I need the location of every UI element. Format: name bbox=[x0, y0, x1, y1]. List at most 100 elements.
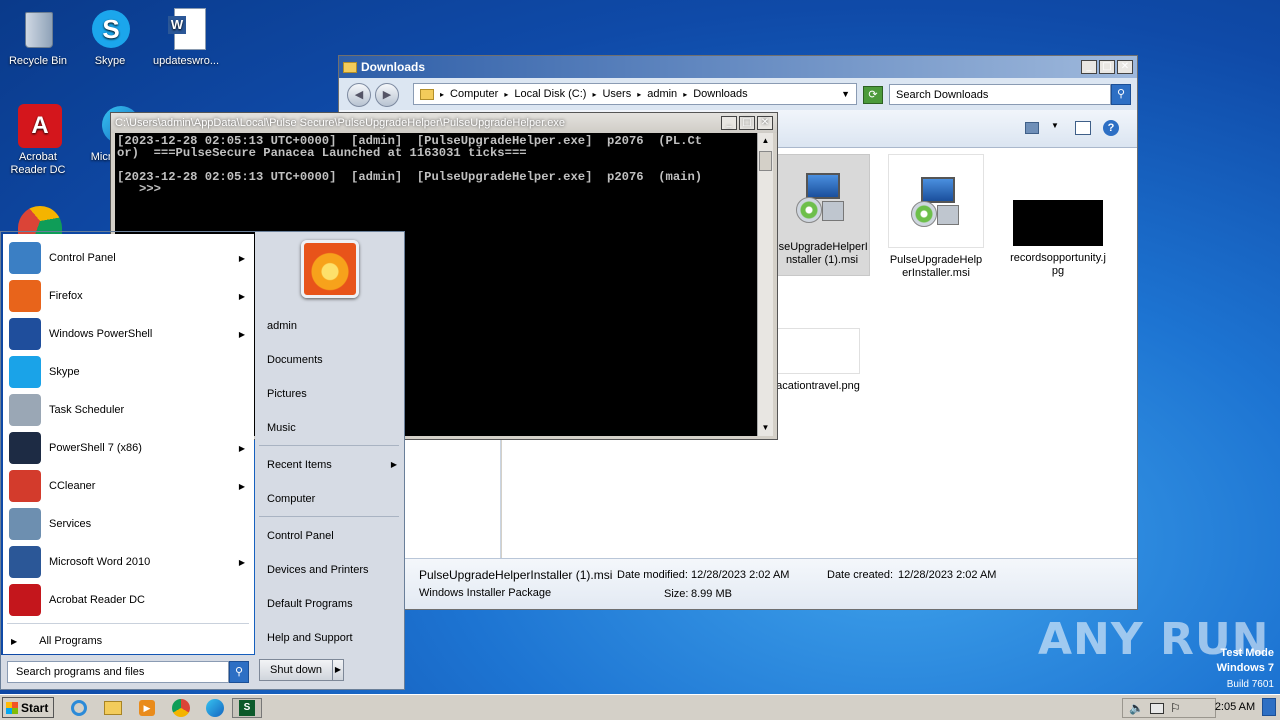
action-center-flag-icon[interactable]: ⚐ bbox=[1170, 701, 1181, 715]
explorer-icon[interactable] bbox=[102, 698, 124, 718]
start-program-item[interactable]: Firefox ▶ bbox=[9, 278, 251, 314]
installer-package-icon bbox=[888, 154, 984, 248]
start-program-label: Firefox bbox=[49, 290, 83, 302]
chevron-down-icon[interactable]: ▼ bbox=[1051, 121, 1059, 130]
desktop-icon-updateswro[interactable]: W updateswro... bbox=[148, 8, 224, 68]
start-right-music[interactable]: Music bbox=[267, 418, 397, 438]
start-program-item[interactable]: Control Panel ▶ bbox=[9, 240, 251, 276]
breadcrumb[interactable]: ▸ Computer ▸ Local Disk (C:) ▸ Users ▸ admi… bbox=[413, 83, 857, 105]
start-menu-search-area: Search programs and files ⚲ bbox=[1, 655, 255, 689]
maximize-button[interactable]: □ bbox=[739, 116, 755, 130]
forward-button[interactable]: ▶ bbox=[375, 83, 399, 107]
media-player-icon[interactable]: ▶ bbox=[136, 698, 158, 718]
chevron-right-icon: ▶ bbox=[238, 557, 245, 567]
start-program-item[interactable]: Acrobat Reader DC bbox=[9, 582, 251, 618]
file-item-png[interactable]: acationtravel.png bbox=[774, 328, 862, 393]
console-titlebar[interactable]: C:\Users\admin\AppData\Local\Pulse Secur… bbox=[111, 113, 777, 133]
acrobat-icon bbox=[9, 584, 41, 616]
back-button[interactable]: ◀ bbox=[347, 83, 371, 107]
start-program-label: CCleaner bbox=[49, 480, 96, 492]
chevron-right-icon: ▶ bbox=[238, 443, 245, 453]
desktop-icon-acrobat[interactable]: A Acrobat Reader DC bbox=[0, 104, 76, 177]
console-scrollbar[interactable]: ▲ ▼ bbox=[757, 133, 773, 436]
start-right-user[interactable]: admin bbox=[267, 316, 397, 336]
chevron-down-icon[interactable]: ▼ bbox=[841, 89, 850, 99]
explorer-titlebar[interactable]: Downloads _ □ ✕ bbox=[339, 56, 1137, 78]
details-size-label: Size: bbox=[664, 588, 689, 600]
edge-icon[interactable] bbox=[204, 698, 226, 718]
image-thumbnail bbox=[776, 328, 860, 374]
ie-icon[interactable] bbox=[68, 698, 90, 718]
breadcrumb-downloads[interactable]: Downloads bbox=[693, 88, 747, 100]
file-item-msi-2[interactable]: PulseUpgradeHelperInstaller.msi bbox=[888, 154, 984, 280]
start-program-label: Control Panel bbox=[49, 252, 116, 264]
help-icon[interactable]: ? bbox=[1103, 120, 1119, 136]
start-right-help-support[interactable]: Help and Support bbox=[267, 628, 397, 648]
start-program-label: PowerShell 7 (x86) bbox=[49, 442, 142, 454]
word-document-icon: W bbox=[164, 8, 208, 52]
shutdown-options-button[interactable]: ▶ bbox=[332, 659, 344, 681]
test-mode-line1: Test Mode bbox=[1220, 647, 1274, 659]
start-program-item[interactable]: Microsoft Word 2010 ▶ bbox=[9, 544, 251, 580]
preview-pane-icon[interactable] bbox=[1075, 121, 1091, 135]
start-program-item[interactable]: Services bbox=[9, 506, 251, 542]
minimize-button[interactable]: _ bbox=[1081, 60, 1097, 74]
breadcrumb-admin[interactable]: admin bbox=[647, 88, 677, 100]
start-right-devices-printers[interactable]: Devices and Printers bbox=[267, 560, 397, 580]
desktop-icon-skype[interactable]: S Skype bbox=[72, 8, 148, 68]
breadcrumb-users[interactable]: Users bbox=[602, 88, 631, 100]
start-right-recent-items[interactable]: Recent Items ▶ bbox=[267, 455, 397, 475]
start-program-item[interactable]: CCleaner ▶ bbox=[9, 468, 251, 504]
file-name: lseUpgradeHelperInstaller (1).msi bbox=[776, 241, 868, 266]
maximize-button[interactable]: □ bbox=[1099, 60, 1115, 74]
start-right-control-panel[interactable]: Control Panel bbox=[267, 526, 397, 546]
start-menu-programs: Control Panel ▶ Firefox ▶ Windows PowerShell… bbox=[3, 234, 254, 654]
scroll-up-arrow[interactable]: ▲ bbox=[758, 133, 773, 149]
console-app-icon[interactable]: S bbox=[232, 698, 262, 718]
start-right-computer[interactable]: Computer bbox=[267, 489, 397, 509]
details-created-label: Date created: bbox=[827, 569, 894, 581]
search-input[interactable]: Search Downloads bbox=[889, 84, 1111, 105]
start-right-documents[interactable]: Documents bbox=[267, 350, 397, 370]
start-button[interactable]: Start bbox=[2, 697, 54, 718]
network-icon[interactable] bbox=[1149, 702, 1164, 714]
search-icon[interactable]: ⚲ bbox=[1111, 84, 1131, 105]
test-mode-line2: Windows 7 bbox=[1216, 662, 1274, 674]
shutdown-button[interactable]: Shut down bbox=[259, 659, 333, 681]
start-program-item[interactable]: Task Scheduler bbox=[9, 392, 251, 428]
explorer-title: Downloads bbox=[361, 60, 426, 74]
windows-logo-icon bbox=[6, 701, 18, 714]
start-program-label: Acrobat Reader DC bbox=[49, 594, 145, 606]
show-desktop-button[interactable] bbox=[1262, 698, 1276, 716]
start-right-default-programs[interactable]: Default Programs bbox=[267, 594, 397, 614]
view-options-icon[interactable] bbox=[1025, 122, 1039, 134]
all-programs-button[interactable]: ▶ All Programs bbox=[11, 632, 247, 650]
separator bbox=[259, 445, 399, 446]
start-program-item[interactable]: Windows PowerShell ▶ bbox=[9, 316, 251, 352]
close-button[interactable]: ✕ bbox=[757, 116, 773, 130]
breadcrumb-computer[interactable]: Computer bbox=[450, 88, 498, 100]
file-name: recordsopportunity.jpg bbox=[1010, 252, 1106, 277]
minimize-button[interactable]: _ bbox=[721, 116, 737, 130]
taskbar-clock[interactable]: 2:05 AM bbox=[1200, 701, 1270, 713]
file-item-msi-1[interactable]: lseUpgradeHelperInstaller (1).msi bbox=[774, 154, 870, 276]
firefox-icon bbox=[9, 280, 41, 312]
start-search-input[interactable]: Search programs and files bbox=[7, 661, 229, 683]
breadcrumb-local-disk[interactable]: Local Disk (C:) bbox=[514, 88, 586, 100]
ccleaner-icon bbox=[9, 470, 41, 502]
search-icon[interactable]: ⚲ bbox=[229, 661, 249, 683]
start-right-pictures[interactable]: Pictures bbox=[267, 384, 397, 404]
details-size-value: 8.99 MB bbox=[691, 588, 732, 600]
chrome-icon[interactable] bbox=[170, 698, 192, 718]
user-picture[interactable] bbox=[301, 240, 359, 298]
scroll-thumb[interactable] bbox=[759, 151, 772, 171]
volume-icon[interactable]: 🔈 bbox=[1129, 701, 1144, 715]
test-mode-line3: Build 7601 bbox=[1226, 679, 1274, 690]
close-button[interactable]: ✕ bbox=[1117, 60, 1133, 74]
refresh-button[interactable]: ⟳ bbox=[863, 86, 883, 104]
start-program-item[interactable]: PowerShell 7 (x86) ▶ bbox=[9, 430, 251, 466]
start-program-item[interactable]: Skype bbox=[9, 354, 251, 390]
scroll-down-arrow[interactable]: ▼ bbox=[758, 420, 773, 436]
desktop-icon-recycle-bin[interactable]: Recycle Bin bbox=[0, 8, 76, 68]
file-item-jpg[interactable]: recordsopportunity.jpg bbox=[1010, 154, 1106, 278]
